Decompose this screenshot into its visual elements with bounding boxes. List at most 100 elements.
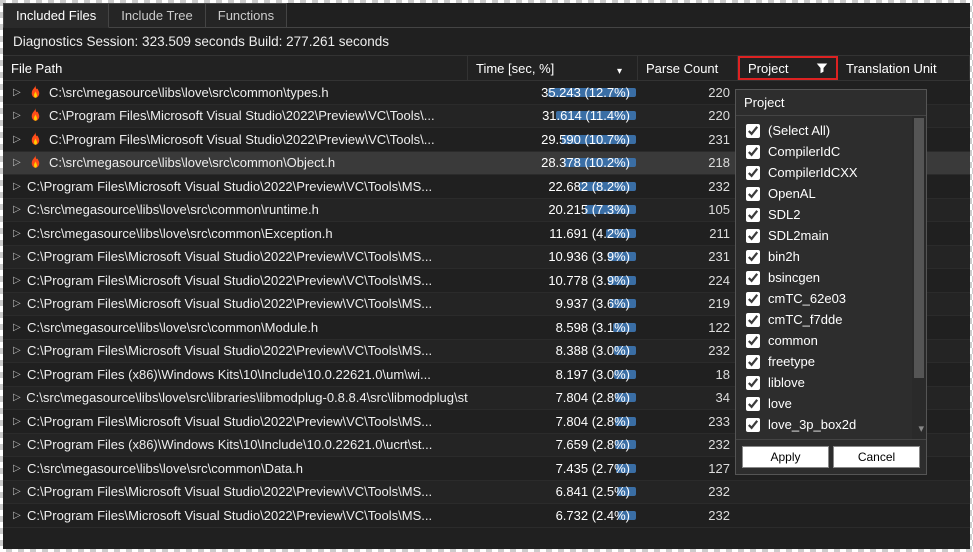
file-path: C:\src\megasource\libs\love\src\common\O… [49, 155, 335, 170]
filter-checkbox[interactable] [746, 334, 760, 348]
filter-checkbox[interactable] [746, 376, 760, 390]
filter-item[interactable]: love_3p_box2d [746, 414, 922, 435]
expand-icon[interactable]: ▷ [13, 181, 23, 192]
parse-count: 220 [638, 85, 738, 100]
expand-icon[interactable]: ▷ [13, 228, 23, 239]
filter-item[interactable]: CompilerIdCXX [746, 162, 922, 183]
header-parse-count[interactable]: Parse Count [638, 56, 738, 80]
filter-item[interactable]: freetype [746, 351, 922, 372]
sort-desc-icon[interactable] [617, 62, 629, 74]
expand-icon[interactable]: ▷ [13, 322, 23, 333]
filter-item[interactable]: bsincgen [746, 267, 922, 288]
expand-icon[interactable]: ▷ [13, 463, 23, 474]
expand-icon[interactable]: ▷ [13, 298, 23, 309]
filter-checkbox[interactable] [746, 313, 760, 327]
time-value: 28.378 (10.2%) [541, 155, 630, 170]
header-project[interactable]: Project [738, 56, 838, 80]
filter-item-label: love_3p_box2d [768, 417, 856, 432]
header-translation-unit[interactable]: Translation Unit [838, 56, 970, 80]
filter-item[interactable]: SDL2main [746, 225, 922, 246]
tab-include-tree[interactable]: Include Tree [108, 3, 206, 27]
time-value: 6.841 (2.5%) [556, 484, 630, 499]
table-row[interactable]: ▷C:\Program Files\Microsoft Visual Studi… [3, 481, 970, 505]
time-value: 31.614 (11.4%) [542, 108, 630, 123]
filter-item-label: love [768, 396, 792, 411]
filter-popup-title: Project [736, 90, 926, 116]
expand-icon[interactable]: ▷ [13, 486, 23, 497]
table-row[interactable]: ▷C:\Program Files\Microsoft Visual Studi… [3, 504, 970, 528]
time-value: 20.215 (7.3%) [548, 202, 630, 217]
filter-item-label: freetype [768, 354, 815, 369]
time-value: 7.804 (2.8%) [556, 414, 630, 429]
filter-item[interactable]: love [746, 393, 922, 414]
filter-item[interactable]: liblove [746, 372, 922, 393]
expand-icon[interactable]: ▷ [13, 134, 23, 145]
time-value: 7.659 (2.8%) [556, 437, 630, 452]
file-path: C:\Program Files\Microsoft Visual Studio… [27, 273, 432, 288]
filter-item[interactable]: common [746, 330, 922, 351]
filter-checkbox[interactable] [746, 187, 760, 201]
file-path: C:\src\megasource\libs\love\src\common\r… [27, 202, 319, 217]
filter-item-label: CompilerIdCXX [768, 165, 858, 180]
filter-popup-body: ▾ (Select All)CompilerIdC CompilerIdCXX Op… [736, 116, 926, 439]
fire-icon [27, 131, 43, 147]
expand-icon[interactable]: ▷ [13, 157, 23, 168]
filter-checkbox[interactable] [746, 208, 760, 222]
expand-icon[interactable]: ▷ [13, 345, 23, 356]
tab-bar: Included FilesInclude TreeFunctions [3, 3, 970, 28]
cancel-button[interactable]: Cancel [833, 446, 920, 468]
filter-item-label: common [768, 333, 818, 348]
time-value: 6.732 (2.4%) [556, 508, 630, 523]
filter-checkbox[interactable] [746, 250, 760, 264]
file-path: C:\Program Files\Microsoft Visual Studio… [49, 132, 435, 147]
filter-checkbox[interactable] [746, 292, 760, 306]
filter-checkbox[interactable] [746, 397, 760, 411]
expand-icon[interactable]: ▷ [13, 87, 23, 98]
filter-checkbox[interactable] [746, 418, 760, 432]
filter-checkbox[interactable] [746, 145, 760, 159]
filter-item[interactable]: (Select All) [746, 120, 922, 141]
expand-icon[interactable]: ▷ [13, 510, 23, 521]
filter-icon[interactable] [816, 62, 828, 74]
filter-checkbox[interactable] [746, 271, 760, 285]
parse-count: 232 [638, 343, 738, 358]
header-file-path[interactable]: File Path [3, 56, 468, 80]
filter-item[interactable]: cmTC_62e03 [746, 288, 922, 309]
apply-button[interactable]: Apply [742, 446, 829, 468]
parse-count: 18 [638, 367, 738, 382]
expand-icon[interactable]: ▷ [13, 439, 23, 450]
header-time[interactable]: Time [sec, %] [468, 56, 638, 80]
scroll-down-icon[interactable]: ▾ [918, 422, 924, 435]
expand-icon[interactable]: ▷ [13, 416, 23, 427]
filter-checkbox[interactable] [746, 124, 760, 138]
expand-icon[interactable]: ▷ [13, 204, 23, 215]
expand-icon[interactable]: ▷ [13, 392, 22, 403]
scrollbar-track[interactable]: ▾ [912, 116, 926, 439]
parse-count: 232 [638, 484, 738, 499]
filter-item[interactable]: SDL2 [746, 204, 922, 225]
filter-item-label: SDL2 [768, 207, 801, 222]
expand-icon[interactable]: ▷ [13, 110, 23, 121]
parse-count: 231 [638, 132, 738, 147]
filter-checkbox[interactable] [746, 166, 760, 180]
expand-icon[interactable]: ▷ [13, 369, 23, 380]
expand-icon[interactable]: ▷ [13, 251, 23, 262]
project-filter-popup: Project ▾ (Select All)CompilerIdC Compile… [735, 89, 927, 475]
parse-count: 232 [638, 437, 738, 452]
time-value: 10.936 (3.9%) [548, 249, 630, 264]
time-value: 8.197 (3.0%) [556, 367, 630, 382]
filter-item[interactable]: bin2h [746, 246, 922, 267]
filter-item[interactable]: CompilerIdC [746, 141, 922, 162]
fire-icon [27, 155, 43, 171]
filter-item[interactable]: cmTC_f7dde [746, 309, 922, 330]
parse-count: 219 [638, 296, 738, 311]
expand-icon[interactable]: ▷ [13, 275, 23, 286]
fire-icon [27, 84, 43, 100]
filter-checkbox[interactable] [746, 355, 760, 369]
time-value: 8.388 (3.0%) [556, 343, 630, 358]
scrollbar-thumb[interactable] [914, 118, 924, 378]
filter-item[interactable]: OpenAL [746, 183, 922, 204]
tab-functions[interactable]: Functions [205, 3, 287, 27]
tab-included-files[interactable]: Included Files [3, 3, 109, 28]
filter-checkbox[interactable] [746, 229, 760, 243]
